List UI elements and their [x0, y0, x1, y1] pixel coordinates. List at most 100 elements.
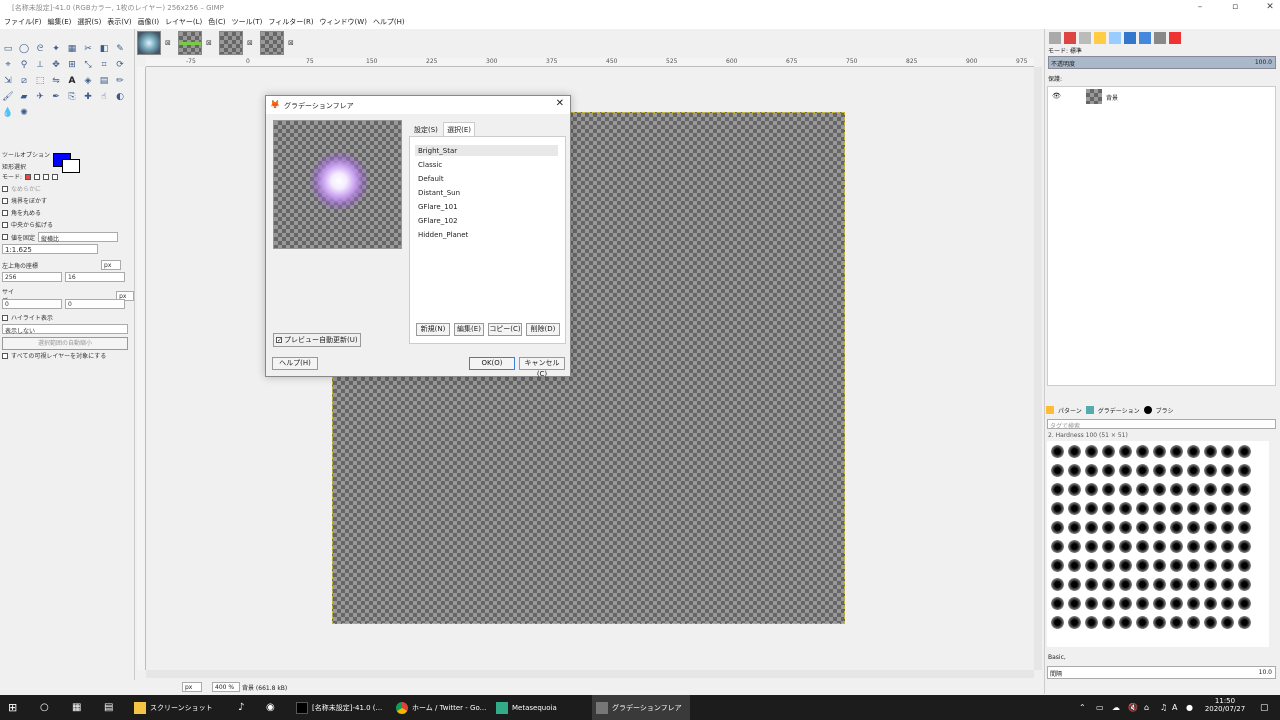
- unit-dropdown[interactable]: px: [182, 682, 202, 692]
- brush-item[interactable]: [1068, 483, 1081, 496]
- brush-item[interactable]: [1051, 540, 1064, 553]
- brush-item[interactable]: [1187, 616, 1200, 629]
- eraser-icon[interactable]: ▰: [18, 91, 30, 103]
- layer-row[interactable]: 👁 背景: [1048, 88, 1275, 104]
- menu-filters[interactable]: フィルター(R): [268, 17, 313, 29]
- measure-icon[interactable]: ⟂: [34, 59, 46, 71]
- taskbar-item-metasequoia[interactable]: Metasequoia: [492, 695, 590, 720]
- mode-add-icon[interactable]: [34, 173, 41, 180]
- move-icon[interactable]: ✥: [50, 59, 62, 71]
- list-item[interactable]: Default: [418, 175, 444, 183]
- brush-item[interactable]: [1051, 445, 1064, 458]
- menu-tools[interactable]: ツール(T): [232, 17, 263, 29]
- brush-item[interactable]: [1136, 483, 1149, 496]
- brush-item[interactable]: [1102, 540, 1115, 553]
- brush-item[interactable]: [1068, 445, 1081, 458]
- brush-item[interactable]: [1187, 578, 1200, 591]
- brush-item[interactable]: [1204, 597, 1217, 610]
- delete-button[interactable]: 削除(D): [526, 323, 560, 336]
- maximize-button[interactable]: ▫: [1215, 0, 1255, 14]
- fixed-row[interactable]: 値を固定 縦横比: [2, 232, 119, 243]
- brush-item[interactable]: [1187, 445, 1200, 458]
- brush-item[interactable]: [1238, 559, 1251, 572]
- tab-patterns[interactable]: パターン: [1058, 406, 1082, 415]
- brush-item[interactable]: [1051, 521, 1064, 534]
- heal-icon[interactable]: ✚: [82, 91, 94, 103]
- brush-item[interactable]: [1119, 445, 1132, 458]
- auto-shrink-button[interactable]: 選択範囲の自動縮小: [2, 337, 128, 350]
- brush-item[interactable]: [1119, 464, 1132, 477]
- brush-item[interactable]: [1170, 464, 1183, 477]
- list-item[interactable]: Distant_Sun: [418, 189, 460, 197]
- feather-row[interactable]: 境界をぼかす: [2, 196, 47, 205]
- tray-network-icon[interactable]: ⌂: [1140, 695, 1149, 720]
- brush-item[interactable]: [1102, 616, 1115, 629]
- spacing-slider[interactable]: 間隔 10.0: [1047, 666, 1276, 679]
- fonts-tab-icon[interactable]: [1109, 32, 1121, 44]
- brush-item[interactable]: [1221, 521, 1234, 534]
- brush-item[interactable]: [1051, 483, 1064, 496]
- brush-item[interactable]: [1068, 540, 1081, 553]
- pointer-tab-icon[interactable]: [1124, 32, 1136, 44]
- tray-chevron-icon[interactable]: ⌃: [1075, 695, 1086, 720]
- menu-help[interactable]: ヘルプ(H): [373, 17, 405, 29]
- menu-view[interactable]: 表示(V): [107, 17, 131, 29]
- undo-tab-icon[interactable]: [1094, 32, 1106, 44]
- copy-button[interactable]: コピー(C): [488, 323, 522, 336]
- position-unit-dropdown[interactable]: px: [101, 260, 122, 270]
- gradient-icon[interactable]: ▤: [98, 75, 110, 87]
- brush-item[interactable]: [1136, 540, 1149, 553]
- brush-item[interactable]: [1187, 559, 1200, 572]
- tab-settings[interactable]: 設定(S): [411, 123, 441, 137]
- dialog-close-icon[interactable]: ✕: [556, 98, 564, 109]
- image-tab-close-icon[interactable]: ⊠: [165, 39, 171, 47]
- antialias-row[interactable]: なめらかに: [2, 184, 41, 193]
- brush-item[interactable]: [1187, 597, 1200, 610]
- brush-item[interactable]: [1221, 540, 1234, 553]
- mode-intersect-icon[interactable]: [52, 173, 59, 180]
- brush-item[interactable]: [1170, 597, 1183, 610]
- brush-item[interactable]: [1204, 502, 1217, 515]
- brush-item[interactable]: [1085, 445, 1098, 458]
- channels-tab-icon[interactable]: [1064, 32, 1076, 44]
- layer-mode-label[interactable]: モード: 標準: [1048, 46, 1082, 55]
- brush-item[interactable]: [1136, 597, 1149, 610]
- brush-item[interactable]: [1085, 616, 1098, 629]
- brush-item[interactable]: [1187, 540, 1200, 553]
- brush-item[interactable]: [1153, 578, 1166, 591]
- brush-item[interactable]: [1085, 483, 1098, 496]
- close-button[interactable]: ✕: [1250, 0, 1280, 14]
- brush-item[interactable]: [1051, 616, 1064, 629]
- list-item[interactable]: GFlare_102: [418, 217, 458, 225]
- brush-grid[interactable]: [1047, 441, 1269, 647]
- brush-item[interactable]: [1102, 483, 1115, 496]
- tray-battery-icon[interactable]: ▭: [1092, 695, 1104, 720]
- scissors-icon[interactable]: ✂: [82, 43, 94, 55]
- brush-item[interactable]: [1068, 597, 1081, 610]
- brush-item[interactable]: [1085, 540, 1098, 553]
- foreground-select-icon[interactable]: ◧: [98, 43, 110, 55]
- image-tab-close-icon[interactable]: ⊠: [206, 39, 212, 47]
- layers-tab-icon[interactable]: [1049, 32, 1061, 44]
- preview-auto-checkbox[interactable]: ✓: [276, 337, 282, 344]
- brush-item[interactable]: [1204, 616, 1217, 629]
- brush-item[interactable]: [1221, 597, 1234, 610]
- fuzzy-select-icon[interactable]: ✦: [50, 43, 62, 55]
- airbrush-icon[interactable]: ✈: [34, 91, 46, 103]
- brush-item[interactable]: [1153, 502, 1166, 515]
- notepad-icon[interactable]: ▤: [100, 695, 113, 720]
- image-tab-thumbnail[interactable]: [137, 31, 161, 55]
- brush-item[interactable]: [1187, 521, 1200, 534]
- brush-item[interactable]: [1085, 521, 1098, 534]
- images-tab-icon[interactable]: [1139, 32, 1151, 44]
- color-picker-icon[interactable]: ⌖: [2, 59, 14, 71]
- brush-item[interactable]: [1170, 521, 1183, 534]
- brush-item[interactable]: [1136, 559, 1149, 572]
- cancel-button[interactable]: キャンセル(C): [519, 357, 565, 378]
- brush-item[interactable]: [1170, 616, 1183, 629]
- color-select-icon[interactable]: ▦: [66, 43, 78, 55]
- shear-icon[interactable]: ⧄: [18, 75, 30, 87]
- ratio-input[interactable]: 1:1.625: [2, 244, 98, 254]
- paintbrush-icon[interactable]: 🖌: [2, 91, 14, 103]
- brush-item[interactable]: [1153, 445, 1166, 458]
